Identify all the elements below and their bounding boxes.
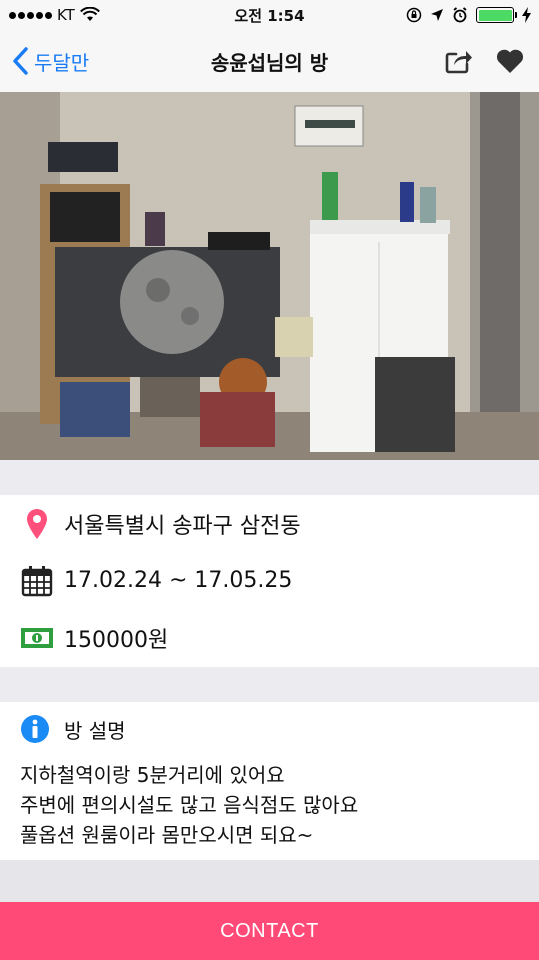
price-text: 150000원: [64, 627, 169, 653]
description-heading: 방 설명: [64, 718, 126, 743]
info-icon: [20, 714, 50, 744]
description-body: 지하철역이랑 5분거리에 있어요 주변에 편의시설도 많고 음식점도 많아요 풀…: [0, 746, 539, 850]
charging-bolt-icon: [522, 7, 531, 23]
chevron-left-icon: [13, 47, 28, 75]
location-row: 서울특별시 송파구 삼전동: [0, 495, 539, 552]
location-text: 서울특별시 송파구 삼전동: [64, 513, 301, 539]
favorite-button[interactable]: [495, 48, 525, 74]
navigation-bar: 두달만 송윤섭님의 방: [0, 30, 539, 92]
share-icon: [445, 51, 472, 74]
period-text: 17.02.24 ~ 17.05.25: [64, 568, 293, 593]
battery-icon: [476, 7, 517, 23]
money-icon: [20, 621, 54, 655]
description-section: 방 설명 지하철역이랑 5분거리에 있어요 주변에 편의시설도 많고 음식점도 …: [0, 702, 539, 860]
description-line: 지하철역이랑 5분거리에 있어요: [20, 763, 285, 787]
period-row: 17.02.24 ~ 17.05.25: [0, 552, 539, 609]
description-line: 주변에 편의시설도 많고 음식점도 많아요: [20, 793, 359, 817]
nav-actions: [445, 30, 525, 92]
bottom-spacer: [0, 860, 539, 902]
room-photo-illustration: [0, 92, 539, 460]
alarm-icon: [453, 7, 467, 23]
description-header: 방 설명: [0, 702, 539, 746]
calendar-icon: [20, 564, 54, 598]
room-info-section: 서울특별시 송파구 삼전동 17.02.24 ~ 17.05.25 150000…: [0, 495, 539, 667]
heart-icon: [496, 49, 524, 73]
share-button[interactable]: [445, 48, 473, 74]
back-button-label: 두달만: [34, 50, 90, 75]
back-button[interactable]: 두달만: [12, 30, 89, 92]
status-right: [406, 7, 531, 23]
room-photo: [0, 92, 539, 460]
price-row: 150000원: [0, 609, 539, 666]
contact-button[interactable]: CONTACT: [0, 902, 539, 960]
location-arrow-icon: [431, 9, 443, 21]
status-bar: KT 오전 1:54: [0, 0, 539, 30]
description-line: 풀옵션 원룸이라 몸만오시면 되요~: [20, 823, 314, 847]
rotation-lock-icon: [406, 7, 422, 23]
location-pin-icon: [20, 507, 54, 541]
